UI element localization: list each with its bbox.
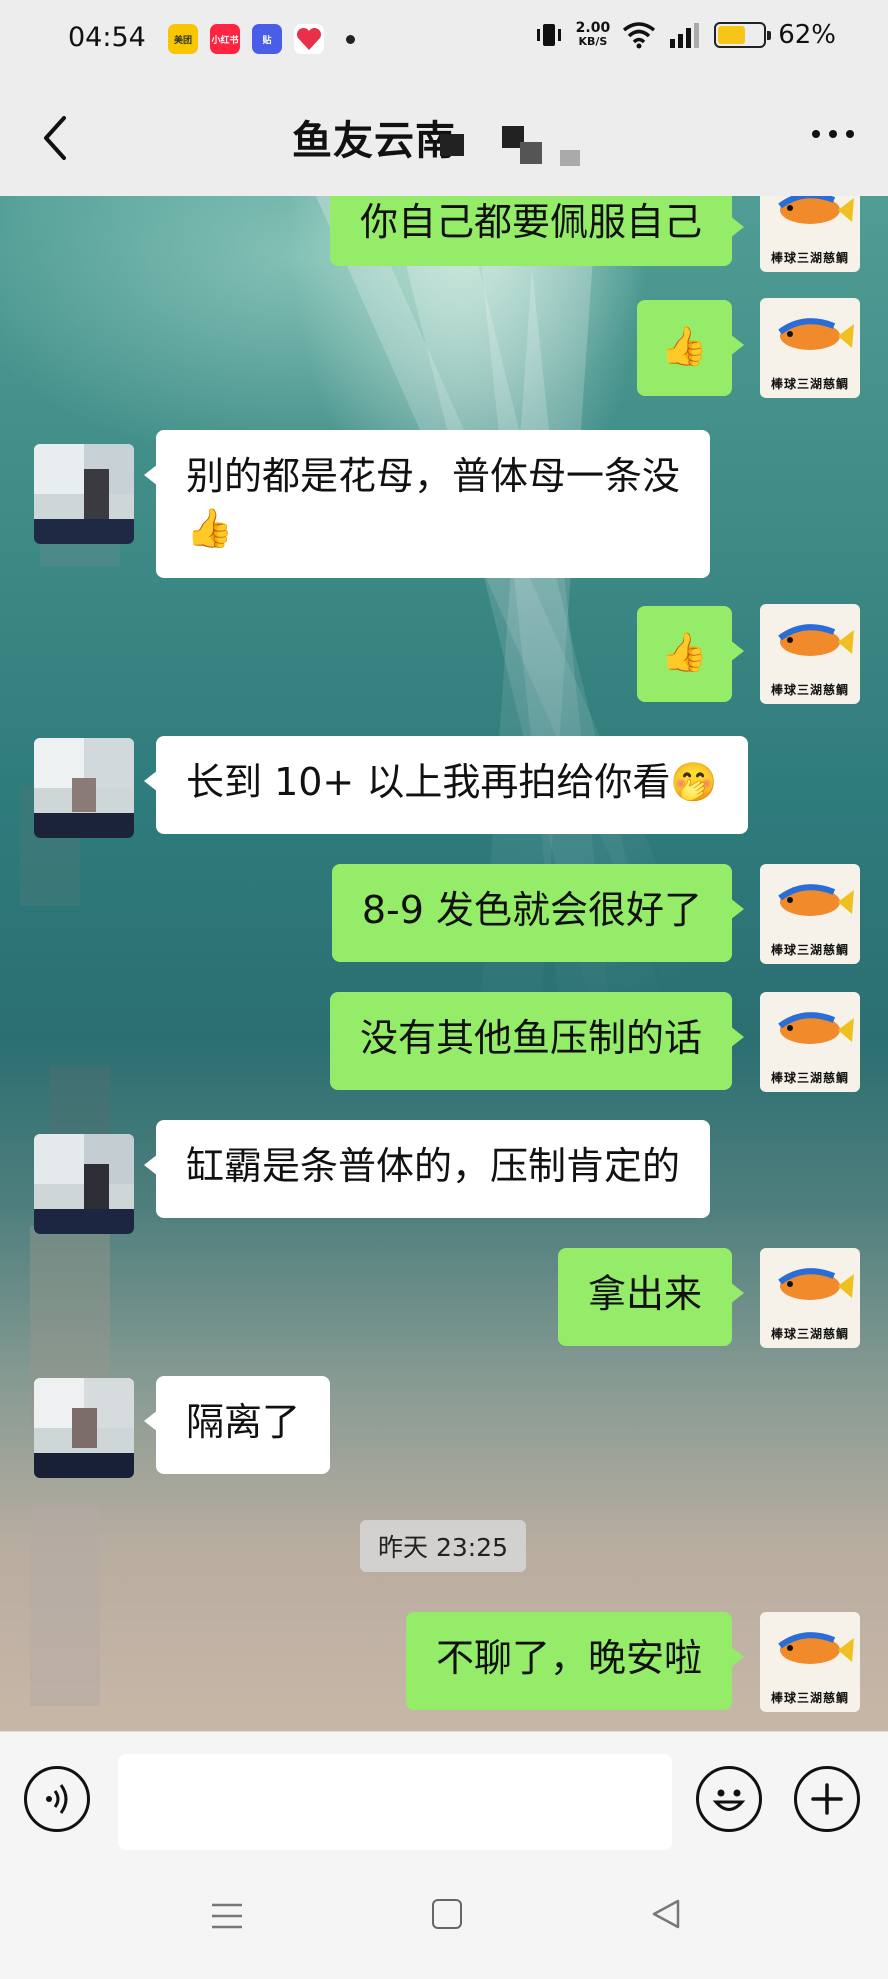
more-options-button[interactable] [812,130,854,138]
meituan-icon: 美团 [168,24,198,54]
message-bubble[interactable]: 长到 10+ 以上我再拍给你看🤭 [144,736,748,834]
message-bubble[interactable]: 👍 [636,606,745,702]
status-time: 04:54 [68,22,146,53]
contact-avatar[interactable] [34,1378,134,1478]
tieba-icon: 贴 [252,24,282,54]
contact-avatar[interactable] [34,738,134,838]
my-avatar[interactable]: 棒球三湖慈鲷 [760,1248,860,1348]
message-bubble[interactable]: 8-9 发色就会很好了 [331,864,745,962]
message-input-bar [0,1731,888,1867]
wifi-icon [623,22,656,49]
message-bubble[interactable]: 拿出来 [557,1248,745,1346]
my-avatar[interactable]: 棒球三湖慈鲷 [760,604,860,704]
message-bubble[interactable]: 不聊了，晚安啦 [405,1612,745,1710]
battery-percent: 62% [778,20,836,50]
more-functions-button[interactable] [794,1766,860,1832]
message-bubble[interactable]: 缸霸是条普体的，压制肯定的 [143,1120,711,1218]
contact-avatar[interactable] [34,1134,134,1234]
emoji-button[interactable] [696,1766,762,1832]
thumbs-up-emoji: 👍 [186,506,234,550]
battery-icon [714,22,772,48]
notification-dot [346,34,355,44]
message-bubble[interactable]: 👍 [636,300,745,396]
menu-icon [212,1903,242,1929]
my-avatar[interactable]: 棒球三湖慈鲷 [760,1612,860,1712]
chevron-left-icon [44,116,66,160]
chat-title: 鱼友云南 [292,118,456,164]
my-avatar[interactable]: 棒球三湖慈鲷 [760,196,860,272]
thumbs-up-emoji: 👍 [660,630,708,674]
voice-input-button[interactable] [24,1766,90,1832]
thumbs-up-emoji: 👍 [660,324,708,368]
my-avatar[interactable]: 棒球三湖慈鲷 [760,992,860,1092]
message-bubble[interactable]: 没有其他鱼压制的话 [329,992,745,1090]
back-button[interactable] [36,110,76,166]
chat-header: 鱼友云南 [0,80,888,196]
triangle-back-icon [652,1899,680,1929]
network-speed: 2.00 KB/S [575,20,611,48]
signal-icon [670,23,700,48]
my-avatar[interactable]: 棒球三湖慈鲷 [760,298,860,398]
xiaohongshu-icon: 小红书 [210,24,240,54]
status-app-icons: 美团 小红书 贴 [168,24,355,54]
system-back-button[interactable] [650,1897,684,1931]
recent-apps-button[interactable] [210,1901,244,1931]
contact-avatar[interactable] [34,444,134,544]
chat-message-area[interactable]: 你自己都要佩服自己 棒球三湖慈鲷 👍 棒球三湖慈鲷 别的都是花母，普体母一条没 … [0,196,888,1731]
system-navigation-bar [0,1867,888,1979]
plus-icon [811,1783,843,1815]
voice-icon [46,1784,68,1814]
message-bubble[interactable]: 隔离了 [143,1376,331,1474]
vibrate-icon [536,24,561,46]
message-bubble[interactable]: 你自己都要佩服自己 [329,196,745,266]
heart-app-icon [294,24,324,54]
my-avatar[interactable]: 棒球三湖慈鲷 [760,864,860,964]
smiley-icon [712,1789,746,1811]
message-bubble[interactable]: 别的都是花母，普体母一条没 👍 [143,430,711,578]
pixelated-redaction [20,446,140,1731]
home-button[interactable] [432,1899,462,1929]
message-text-input[interactable] [118,1754,672,1850]
timestamp-chip: 昨天 23:25 [360,1520,526,1572]
status-bar: 04:54 美团 小红书 贴 2.00 KB/S 62% [0,0,888,80]
